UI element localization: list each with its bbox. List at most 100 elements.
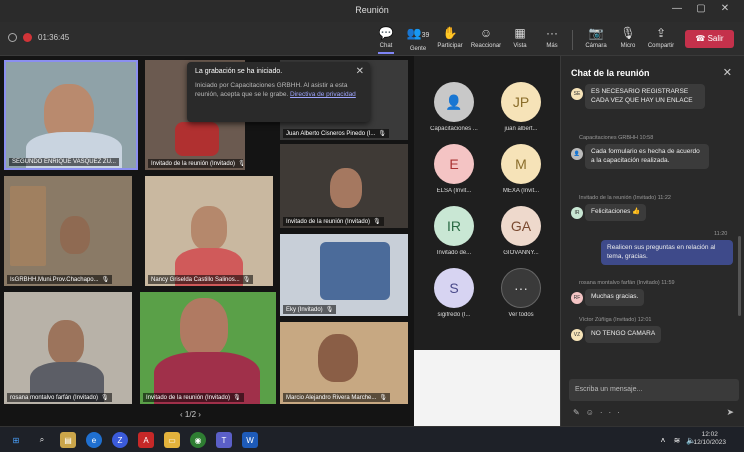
- minimize-icon[interactable]: —: [668, 3, 686, 14]
- more-icon: ···: [501, 268, 541, 308]
- windows-start-icon[interactable]: ⊞: [8, 432, 24, 448]
- mic-off-icon: 🎙: [101, 395, 109, 401]
- search-icon[interactable]: ⌕: [34, 432, 50, 448]
- participant-video: [60, 216, 90, 254]
- emoji-icon: ☺: [479, 26, 493, 40]
- teams-meeting-window: Reunión — ▢ ✕ 01:36:45 💬 Chat 👥39 Gente …: [0, 0, 744, 452]
- participant-video: [191, 206, 227, 250]
- avatar: JP: [501, 82, 541, 122]
- participant-name: Invitado de...: [436, 250, 472, 256]
- participant-card[interactable]: E ELSA (Invit...: [419, 144, 489, 194]
- wifi-icon[interactable]: ≋: [672, 432, 682, 448]
- avatar: RF: [571, 292, 583, 304]
- share-label: Compartir: [647, 43, 675, 49]
- person-icon: 👤: [571, 148, 583, 160]
- mic-off-icon: 🎙: [379, 395, 387, 401]
- chat-message: Cada formulario es hecha de acuerdo a la…: [585, 144, 709, 169]
- close-notice-icon[interactable]: ✕: [356, 66, 364, 77]
- participant-card[interactable]: GA GIOVANNY...: [486, 206, 556, 256]
- meeting-timer: 01:36:45: [38, 33, 70, 42]
- more-icon: ···: [546, 26, 558, 40]
- share-button[interactable]: ⇪ Compartir: [645, 26, 677, 50]
- emoji-icon[interactable]: ☺: [586, 408, 600, 417]
- share-icon: ⇪: [655, 26, 667, 40]
- chat-message: NO TENGO CAMARA: [585, 326, 662, 343]
- taskbar-clock[interactable]: 12:02 12/10/2023: [693, 431, 726, 447]
- video-tile[interactable]: Marcio Alejandro Rivera Marche... 🎙: [280, 322, 408, 404]
- view-all-button[interactable]: ··· Ver todos: [486, 268, 556, 318]
- window-title: Reunión: [355, 5, 389, 15]
- windows-taskbar: ⊞ ⌕ ▤ e Z A ▭ ◉ T W ˄ ≋ 🔈 12:02 12/10/20…: [0, 426, 744, 452]
- camera-icon: 📷: [588, 26, 604, 40]
- leave-button[interactable]: ☎ Salir: [685, 30, 734, 48]
- view-all-label: Ver todos: [508, 312, 534, 318]
- raise-hand-button[interactable]: ✋ Participar: [434, 26, 466, 50]
- format-icon[interactable]: ✎: [573, 408, 586, 417]
- maximize-icon[interactable]: ▢: [692, 3, 710, 14]
- participant-video: [320, 242, 390, 300]
- chat-icon: 💬: [378, 26, 394, 40]
- video-tile[interactable]: IsGRBHH.Muni.Prov.Chachapo... 🎙: [4, 176, 132, 286]
- word-icon[interactable]: W: [242, 432, 258, 448]
- people-label: Gente: [409, 46, 427, 52]
- edge-icon[interactable]: e: [86, 432, 102, 448]
- chat-button[interactable]: 💬 Chat: [370, 26, 402, 54]
- react-button[interactable]: ☺ Reaccionar: [470, 26, 502, 50]
- chat-input[interactable]: Escriba un mensaje...: [569, 379, 739, 401]
- prev-page-icon[interactable]: ‹: [180, 410, 183, 419]
- camera-button[interactable]: 📷 Cámara: [580, 26, 612, 50]
- participant-video: [180, 298, 228, 356]
- close-window-icon[interactable]: ✕: [716, 3, 734, 14]
- video-tile[interactable]: Invitado de la reunión (Invitado) 🎙: [280, 144, 408, 228]
- video-tile[interactable]: Nancy Griselda Castillo Salinos... 🎙: [145, 176, 273, 286]
- more-options-icon[interactable]: ···: [600, 408, 626, 417]
- people-count-badge: 39: [421, 32, 430, 39]
- mic-off-icon: 🎙: [325, 307, 334, 313]
- participant-card[interactable]: 👤 Capacitaciones ...: [419, 82, 489, 132]
- avatar: E: [434, 144, 474, 184]
- clock-date: 12/10/2023: [693, 439, 726, 446]
- participant-video: [318, 334, 358, 382]
- video-tile[interactable]: SEGUNDO ENRIQUE VASQUEZ ZU...: [4, 60, 138, 170]
- participant-card[interactable]: M MEXA (Invit...: [486, 144, 556, 194]
- message-time: 11:20: [714, 231, 728, 237]
- participant-name: GIOVANNY...: [503, 250, 539, 256]
- video-tile[interactable]: rosana montalvo farfán (Invitado) 🎙: [4, 292, 132, 404]
- send-icon[interactable]: ➤: [726, 407, 734, 418]
- chevron-up-icon[interactable]: ˄: [658, 432, 668, 448]
- pdf-icon[interactable]: A: [138, 432, 154, 448]
- meeting-status: 01:36:45: [8, 33, 69, 42]
- participant-card[interactable]: IR Invitado de...: [419, 206, 489, 256]
- participant-card[interactable]: JP juan albert...: [486, 82, 556, 132]
- gallery-pager: ‹ 1/2 ›: [180, 410, 201, 419]
- tile-name: rosana montalvo farfán (Invitado): [10, 395, 99, 401]
- meeting-toolbar: 01:36:45 💬 Chat 👥39 Gente ✋ Participar ☺…: [0, 22, 744, 56]
- zoom-icon[interactable]: Z: [112, 432, 128, 448]
- people-button[interactable]: 👥39 Gente: [402, 26, 434, 53]
- meeting-chat-panel: Chat de la reunión ✕ SE ES NECESARIO REG…: [560, 56, 744, 426]
- video-tile[interactable]: Eky (Invitado) 🎙: [280, 234, 408, 316]
- view-button[interactable]: ▦ Vista: [504, 26, 536, 50]
- video-tile[interactable]: Invitado de la reunión (Invitado) 🎙: [140, 292, 276, 404]
- chat-label: Chat: [379, 43, 393, 49]
- close-chat-icon[interactable]: ✕: [723, 66, 732, 79]
- privacy-policy-link[interactable]: Directiva de privacidad: [290, 91, 356, 98]
- raise-hand-label: Participar: [437, 43, 463, 49]
- shared-content-area: [414, 350, 560, 426]
- store-icon[interactable]: ▤: [60, 432, 76, 448]
- mic-off-icon: 🎙: [242, 277, 251, 283]
- chat-title: Chat de la reunión: [571, 68, 650, 78]
- tile-name: SEGUNDO ENRIQUE VASQUEZ ZU...: [12, 159, 116, 165]
- folder-icon[interactable]: ▭: [164, 432, 180, 448]
- tile-name: Eky (Invitado): [286, 307, 323, 313]
- teams-icon[interactable]: T: [216, 432, 232, 448]
- next-page-icon[interactable]: ›: [198, 410, 201, 419]
- participant-card[interactable]: S sigifredo (I...: [419, 268, 489, 318]
- more-button[interactable]: ··· Más: [536, 26, 568, 50]
- mic-button[interactable]: 🎙 Micro: [612, 26, 644, 50]
- tile-name: Nancy Griselda Castillo Salinos...: [151, 277, 240, 283]
- camera-label: Cámara: [585, 43, 607, 49]
- chrome-icon[interactable]: ◉: [190, 432, 206, 448]
- chat-scrollbar[interactable]: [738, 236, 741, 316]
- avatar: IR: [571, 207, 583, 219]
